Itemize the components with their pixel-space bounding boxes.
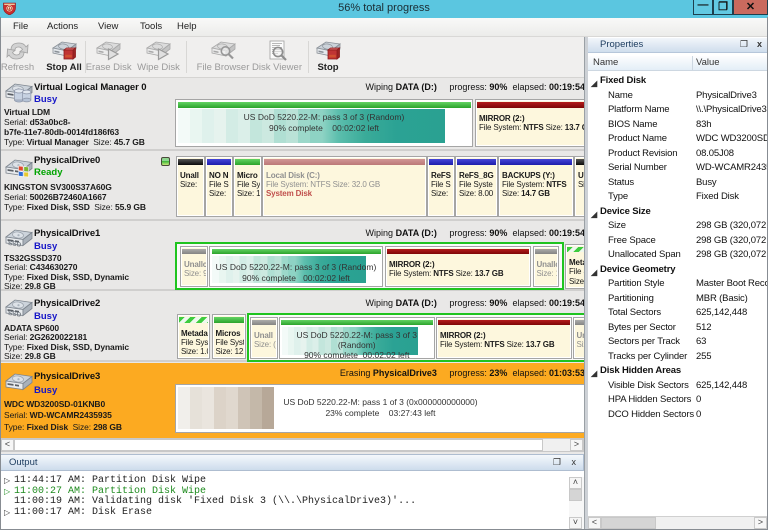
svg-text:SSD: SSD [8, 310, 22, 319]
svg-text:SSD: SSD [8, 240, 22, 249]
